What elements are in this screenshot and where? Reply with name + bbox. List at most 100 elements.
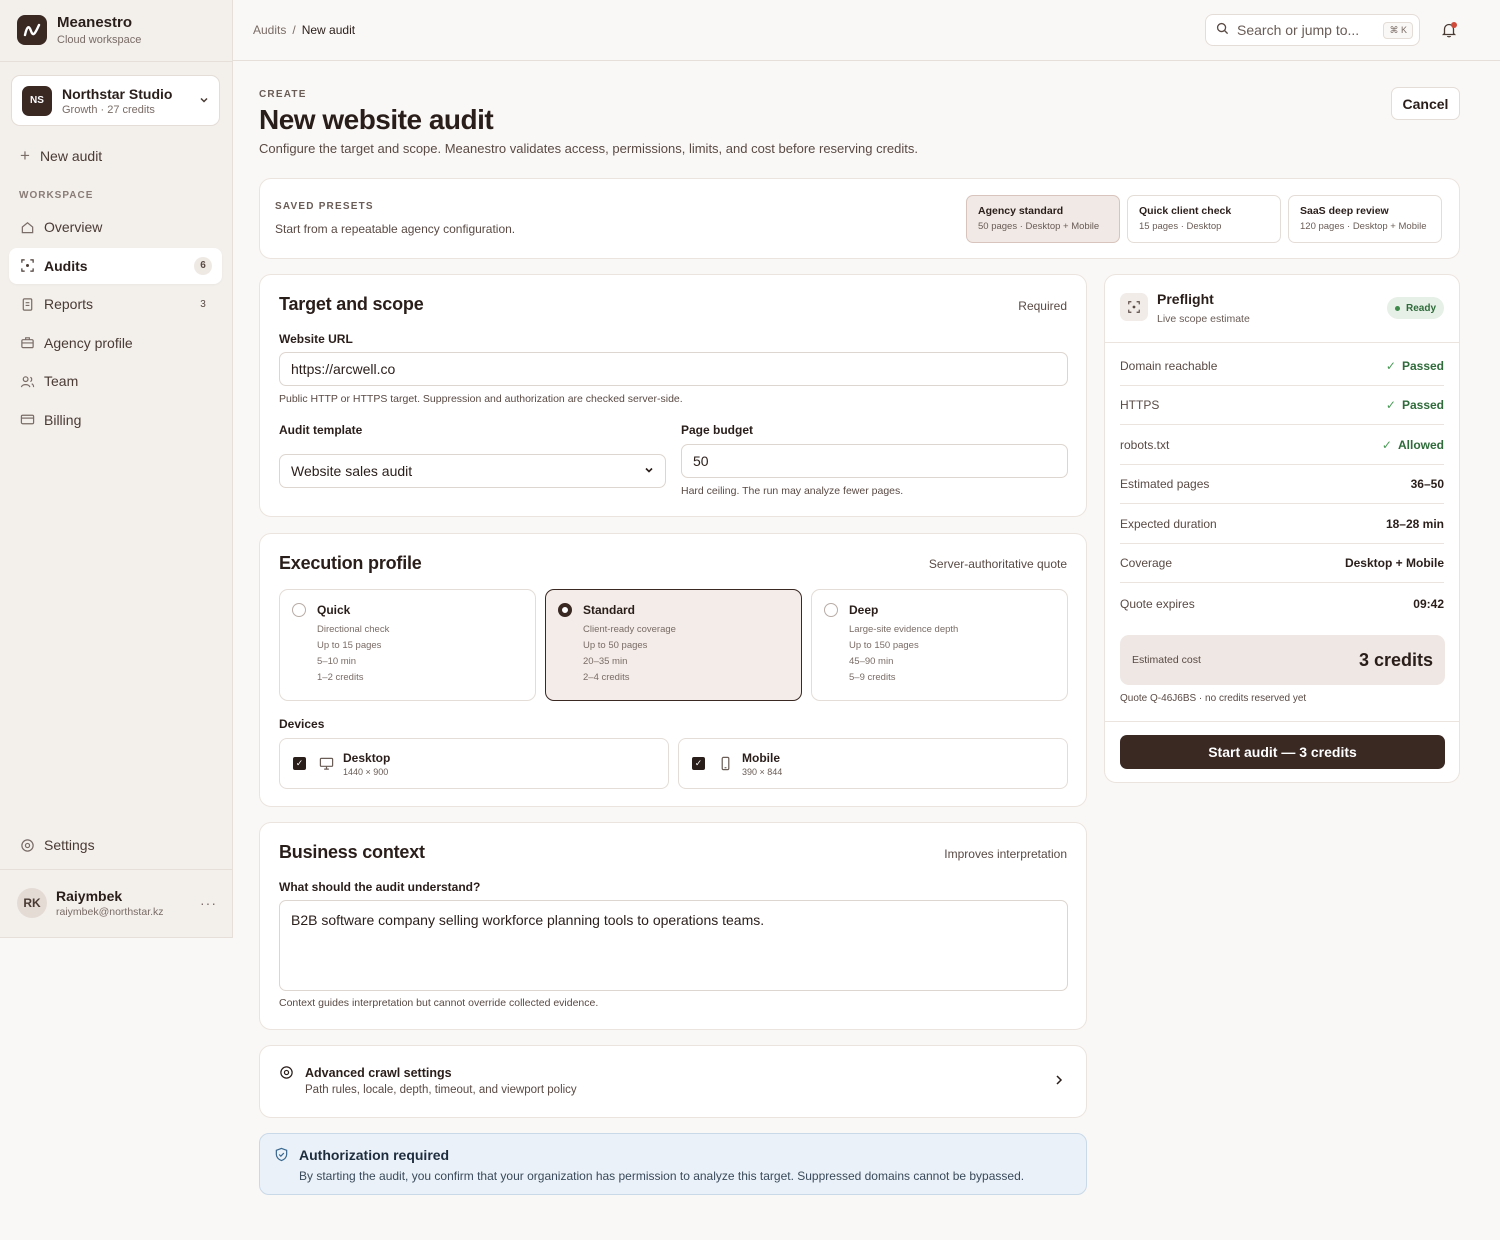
user-email: raiymbek@northstar.kz [56, 906, 164, 918]
start-audit-button[interactable]: Start audit — 3 credits [1120, 735, 1445, 769]
search-placeholder: Search or jump to... [1237, 22, 1360, 38]
radio-button[interactable] [292, 603, 306, 617]
row-value: ✓ Passed [1386, 398, 1444, 412]
estimated-cost-box: Estimated cost 3 credits [1120, 635, 1445, 685]
row-value-text: Allowed [1397, 438, 1444, 452]
sidebar-item-audits[interactable]: Audits 6 [9, 247, 222, 284]
brand[interactable]: Meanestro Cloud workspace [17, 14, 141, 46]
option-time: 45–90 min [849, 656, 894, 667]
url-label: Website URL [279, 332, 353, 346]
option-credits: 2–4 credits [583, 672, 630, 683]
cancel-button[interactable]: Cancel [1391, 87, 1460, 120]
row-value: 36–50 [1410, 477, 1444, 491]
user-menu[interactable]: RK Raiymbek raiymbek@northstar.kz ··· [17, 888, 217, 918]
presets-description: Start from a repeatable agency configura… [275, 222, 516, 236]
page-budget-input[interactable]: 50 [681, 444, 1068, 478]
desktop-checkbox[interactable]: ✓ [293, 757, 306, 770]
sidebar-item-overview[interactable]: Overview [9, 209, 222, 245]
section-title: Target and scope [279, 294, 424, 314]
sidebar-item-reports[interactable]: Reports 3 [9, 286, 222, 322]
device-mobile[interactable]: ✓ Mobile 390 × 844 [678, 738, 1068, 789]
audit-template-select[interactable]: Website sales audit [279, 454, 666, 488]
preflight-row-duration: Expected duration 18–28 min [1120, 505, 1444, 544]
advanced-title: Advanced crawl settings [305, 1066, 452, 1080]
option-desc: Large-site evidence depth [849, 624, 959, 635]
chevron-right-icon [1054, 1073, 1064, 1089]
sidebar-item-settings[interactable]: Settings [19, 837, 95, 853]
device-desktop[interactable]: ✓ Desktop 1440 × 900 [279, 738, 669, 789]
radio-button[interactable] [558, 603, 572, 617]
gear-icon [19, 837, 35, 853]
context-note: Improves interpretation [944, 847, 1067, 861]
brand-name: Meanestro [57, 14, 133, 31]
preset-name: Quick client check [1139, 205, 1232, 217]
breadcrumb-audits[interactable]: Audits [253, 23, 286, 37]
sidebar-item-billing[interactable]: Billing [9, 402, 222, 438]
execution-profile-card: Execution profile Server-authoritative q… [259, 533, 1087, 807]
budget-helper: Hard ceiling. The run may analyze fewer … [681, 485, 904, 497]
sidebar-item-label: Team [44, 373, 79, 389]
org-avatar: NS [22, 85, 52, 116]
preset-saas-deep-review[interactable]: SaaS deep review 120 pages · Desktop + M… [1288, 195, 1442, 243]
brand-subtitle: Cloud workspace [57, 34, 142, 46]
org-name: Northstar Studio [62, 85, 173, 102]
profile-option-quick[interactable]: Quick Directional check Up to 15 pages 5… [279, 589, 536, 701]
preset-quick-client-check[interactable]: Quick client check 15 pages · Desktop [1127, 195, 1281, 243]
mobile-checkbox[interactable]: ✓ [692, 757, 705, 770]
bell-icon [1439, 23, 1459, 43]
device-name: Desktop [343, 750, 391, 765]
sidebar-item-label: Overview [44, 219, 103, 235]
website-url-input[interactable]: https://arcwell.co [279, 352, 1068, 386]
option-time: 20–35 min [583, 656, 628, 667]
search-input[interactable]: Search or jump to... ⌘ K [1205, 14, 1420, 46]
more-options-icon[interactable]: ··· [200, 895, 217, 911]
template-value: Website sales audit [291, 463, 413, 479]
card-icon [19, 412, 35, 428]
preset-agency-standard[interactable]: Agency standard 50 pages · Desktop + Mob… [966, 195, 1120, 243]
document-icon [19, 296, 35, 312]
scan-icon [1120, 293, 1148, 321]
search-shortcut: ⌘ K [1383, 21, 1413, 39]
row-key: Coverage [1120, 556, 1173, 570]
sidebar-divider [0, 61, 232, 62]
sidebar-item-agency-profile[interactable]: Agency profile [9, 325, 222, 361]
device-name: Mobile [742, 750, 780, 765]
option-name: Standard [583, 603, 636, 617]
option-pages: Up to 15 pages [317, 640, 382, 651]
sidebar-item-team[interactable]: Team [9, 363, 222, 399]
saved-presets-card: SAVED PRESETS Start from a repeatable ag… [259, 178, 1460, 259]
device-size: 1440 × 900 [343, 766, 389, 777]
preflight-divider [1105, 721, 1459, 722]
row-key: Estimated pages [1120, 477, 1210, 491]
advanced-crawl-settings[interactable]: Advanced crawl settings Path rules, loca… [259, 1045, 1087, 1118]
preflight-row-coverage: Coverage Desktop + Mobile [1120, 544, 1444, 583]
sidebar-nav: Overview Audits 6 Reports 3 Agency profi… [9, 209, 222, 440]
sidebar-item-label: Audits [44, 257, 88, 274]
settings-label: Settings [44, 837, 95, 853]
org-switcher[interactable]: NS Northstar Studio Growth · 27 credits [11, 75, 220, 126]
row-value: ✓ Allowed [1382, 438, 1444, 452]
url-helper: Public HTTP or HTTPS target. Suppression… [279, 393, 683, 405]
home-icon [19, 219, 35, 235]
new-audit-button[interactable]: + New audit [20, 146, 102, 166]
radio-button[interactable] [824, 603, 838, 617]
option-pages: Up to 50 pages [583, 640, 648, 651]
notification-dot [1451, 22, 1457, 28]
option-credits: 1–2 credits [317, 672, 364, 683]
avatar: RK [17, 888, 47, 918]
check-icon: ✓ [1385, 359, 1396, 373]
profile-option-deep[interactable]: Deep Large-site evidence depth Up to 150… [811, 589, 1068, 701]
business-context-textarea[interactable]: B2B software company selling workforce p… [279, 900, 1068, 991]
profile-option-standard[interactable]: Standard Client-ready coverage Up to 50 … [545, 589, 802, 701]
notifications-button[interactable] [1439, 20, 1459, 40]
check-icon: ✓ [1385, 398, 1396, 412]
template-label: Audit template [279, 423, 363, 437]
reports-count-badge: 3 [200, 298, 206, 310]
advanced-subtitle: Path rules, locale, depth, timeout, and … [305, 1084, 577, 1096]
option-desc: Directional check [317, 624, 390, 635]
status-label: Ready [1405, 302, 1436, 314]
row-value: ✓ Passed [1386, 359, 1444, 373]
preflight-row-pages: Estimated pages 36–50 [1120, 465, 1444, 504]
target-scope-card: Target and scope Required Website URL ht… [259, 274, 1087, 517]
status-dot [1394, 305, 1400, 311]
